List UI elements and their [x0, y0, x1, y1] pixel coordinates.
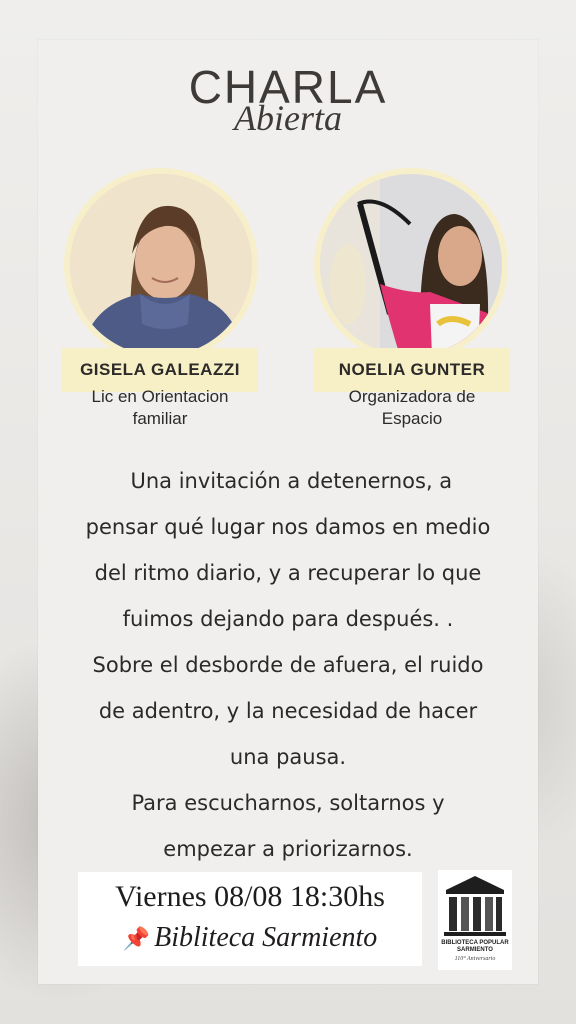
event-subtitle: Abierta [234, 98, 342, 138]
speaker-avatar-noelia [314, 168, 508, 362]
speaker-role-line: Lic en Orientacion [91, 387, 229, 406]
library-logo-line: SARMIENTO [457, 947, 493, 953]
description-line: empezar a priorizarnos. [163, 837, 413, 861]
description-paragraph: Para escucharnos, soltarnos y empezar a … [50, 780, 526, 872]
portrait-woman-blue-sweater-icon [70, 174, 252, 356]
description-line: Para escucharnos, soltarnos y [131, 791, 445, 815]
speaker-avatar-gisela [64, 168, 258, 362]
library-building-icon [444, 876, 506, 936]
library-logo-text: BIBLIOTECA POPULAR SARMIENTO [438, 940, 512, 954]
description-line: Una invitación a detenernos, a [123, 469, 453, 493]
speaker-role: Lic en Orientacion familiar [60, 386, 260, 430]
event-place: 📌 Bibliteca Sarmiento [78, 922, 422, 954]
description-line: del ritmo diario, y a recuperar lo que [94, 561, 482, 585]
speaker-role-line: Espacio [381, 409, 443, 428]
library-logo-line: BIBLIOTECA POPULAR [441, 940, 509, 946]
event-details-box: Viernes 08/08 18:30hs 📌 Bibliteca Sarmien… [78, 872, 422, 966]
event-date-time: Viernes 08/08 18:30hs [115, 880, 385, 913]
event-place-label: Bibliteca Sarmiento [154, 922, 378, 953]
description-paragraph: Una invitación a detenernos, a pensar qu… [50, 458, 526, 780]
description-line: pensar qué lugar nos damos en medio [85, 515, 491, 539]
description-line: Sobre el desborde de afuera, el ruido [92, 653, 484, 677]
library-anniversary: 110° Aniversario [454, 956, 496, 962]
speaker-role-line: Organizadora de [348, 387, 476, 406]
library-logo: BIBLIOTECA POPULAR SARMIENTO 110° Aniver… [438, 870, 512, 970]
description-line: de adentro, y la necesidad de hacer [98, 699, 478, 723]
speaker-role: Organizadora de Espacio [312, 386, 512, 430]
portrait-woman-pink-cardigan-icon [320, 174, 502, 356]
speaker-role-line: familiar [132, 409, 188, 428]
pushpin-icon: 📌 [122, 926, 151, 951]
description-line: fuimos dejando para después. . [122, 607, 454, 631]
description-line: una pausa. [229, 745, 347, 769]
